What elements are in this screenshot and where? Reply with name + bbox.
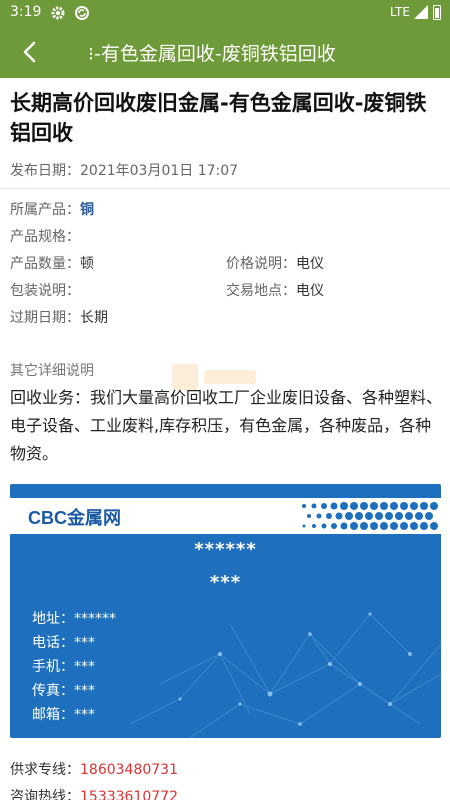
app-bar: ⁝-有色金属回收-废铜铁铝回收 <box>0 26 450 78</box>
divider <box>0 188 450 189</box>
network-label: LTE <box>390 5 410 19</box>
card-company-name: ****** <box>194 539 257 560</box>
details-heading: 其它详细说明 <box>10 363 94 379</box>
card-subtitle: *** <box>209 572 242 593</box>
quantity-row: 产品数量：顿 <box>10 253 94 273</box>
supply-line: 供求专线：18603480731 <box>10 759 178 779</box>
publish-value: 2021年03月01日 17:07 <box>80 163 239 179</box>
supply-label: 供求专线： <box>10 762 80 778</box>
card-phone: 电话：*** <box>32 632 95 652</box>
page-title: ⁝-有色金属回收-废铜铁铝回收 <box>88 39 336 66</box>
status-time: 3:19 <box>10 4 42 20</box>
expire-value: 长期 <box>80 310 108 326</box>
hotline-line: 咨询热线：15333610772 <box>10 786 178 800</box>
card-line-label: 地址： <box>32 611 74 627</box>
category-row: 所属产品：铜 <box>10 199 94 219</box>
card-line-value: *** <box>74 683 95 699</box>
hotline-label: 咨询热线： <box>10 789 80 800</box>
packaging-label: 包装说明： <box>10 283 80 299</box>
location-row: 交易地点：电仪 <box>226 280 324 300</box>
settings-icon <box>51 6 65 20</box>
status-bar: 3:19 LTE <box>0 0 450 26</box>
hotline-phone-link[interactable]: 15333610772 <box>80 789 178 800</box>
price-row: 价格说明：电仪 <box>226 253 324 273</box>
location-value: 电仪 <box>296 283 324 299</box>
battery-icon <box>433 5 441 20</box>
card-line-label: 传真： <box>32 683 74 699</box>
dot-pattern-icon <box>302 502 438 530</box>
category-label: 所属产品： <box>10 202 80 218</box>
card-address: 地址：****** <box>32 608 116 628</box>
expire-row: 过期日期：长期 <box>10 307 108 327</box>
expire-label: 过期日期： <box>10 310 80 326</box>
article-title: 长期高价回收废旧金属-有色金属回收-废铜铁铝回收 <box>10 91 427 145</box>
card-line-value: *** <box>74 659 95 675</box>
publish-date: 发布日期：2021年03月01日 17:07 <box>10 160 238 180</box>
category-link[interactable]: 铜 <box>80 202 94 218</box>
spec-row: 产品规格： <box>10 226 80 246</box>
supply-phone-link[interactable]: 18603480731 <box>80 762 178 778</box>
quantity-value: 顿 <box>80 256 94 272</box>
signal-icon <box>414 5 428 19</box>
details-body: 回收业务：我们大量高价回收工厂企业废旧设备、各种塑料、电子设备、工业废料,库存积… <box>10 388 443 463</box>
packaging-row: 包装说明： <box>10 280 80 300</box>
back-arrow-icon[interactable] <box>14 36 46 68</box>
price-label: 价格说明： <box>226 256 296 272</box>
card-line-label: 电话： <box>32 635 74 651</box>
card-fax: 传真：*** <box>32 680 95 700</box>
publish-label: 发布日期： <box>10 163 80 179</box>
card-email: 邮箱：*** <box>32 704 95 724</box>
card-line-label: 邮箱： <box>32 707 74 723</box>
card-line-label: 手机： <box>32 659 74 675</box>
location-label: 交易地点： <box>226 283 296 299</box>
quantity-label: 产品数量： <box>10 256 80 272</box>
sync-icon <box>75 6 89 20</box>
card-line-value: *** <box>74 707 95 723</box>
card-mobile: 手机：*** <box>32 656 95 676</box>
spec-label: 产品规格： <box>10 229 80 245</box>
business-card: CBC金属网 ****** *** 地址：****** 电话：*** 手机：**… <box>10 484 441 738</box>
title-text: -有色金属回收-废铜铁铝回收 <box>94 43 336 65</box>
price-value: 电仪 <box>296 256 324 272</box>
card-logo: CBC金属网 <box>28 508 121 528</box>
card-line-value: *** <box>74 635 95 651</box>
card-line-value: ****** <box>74 611 116 627</box>
